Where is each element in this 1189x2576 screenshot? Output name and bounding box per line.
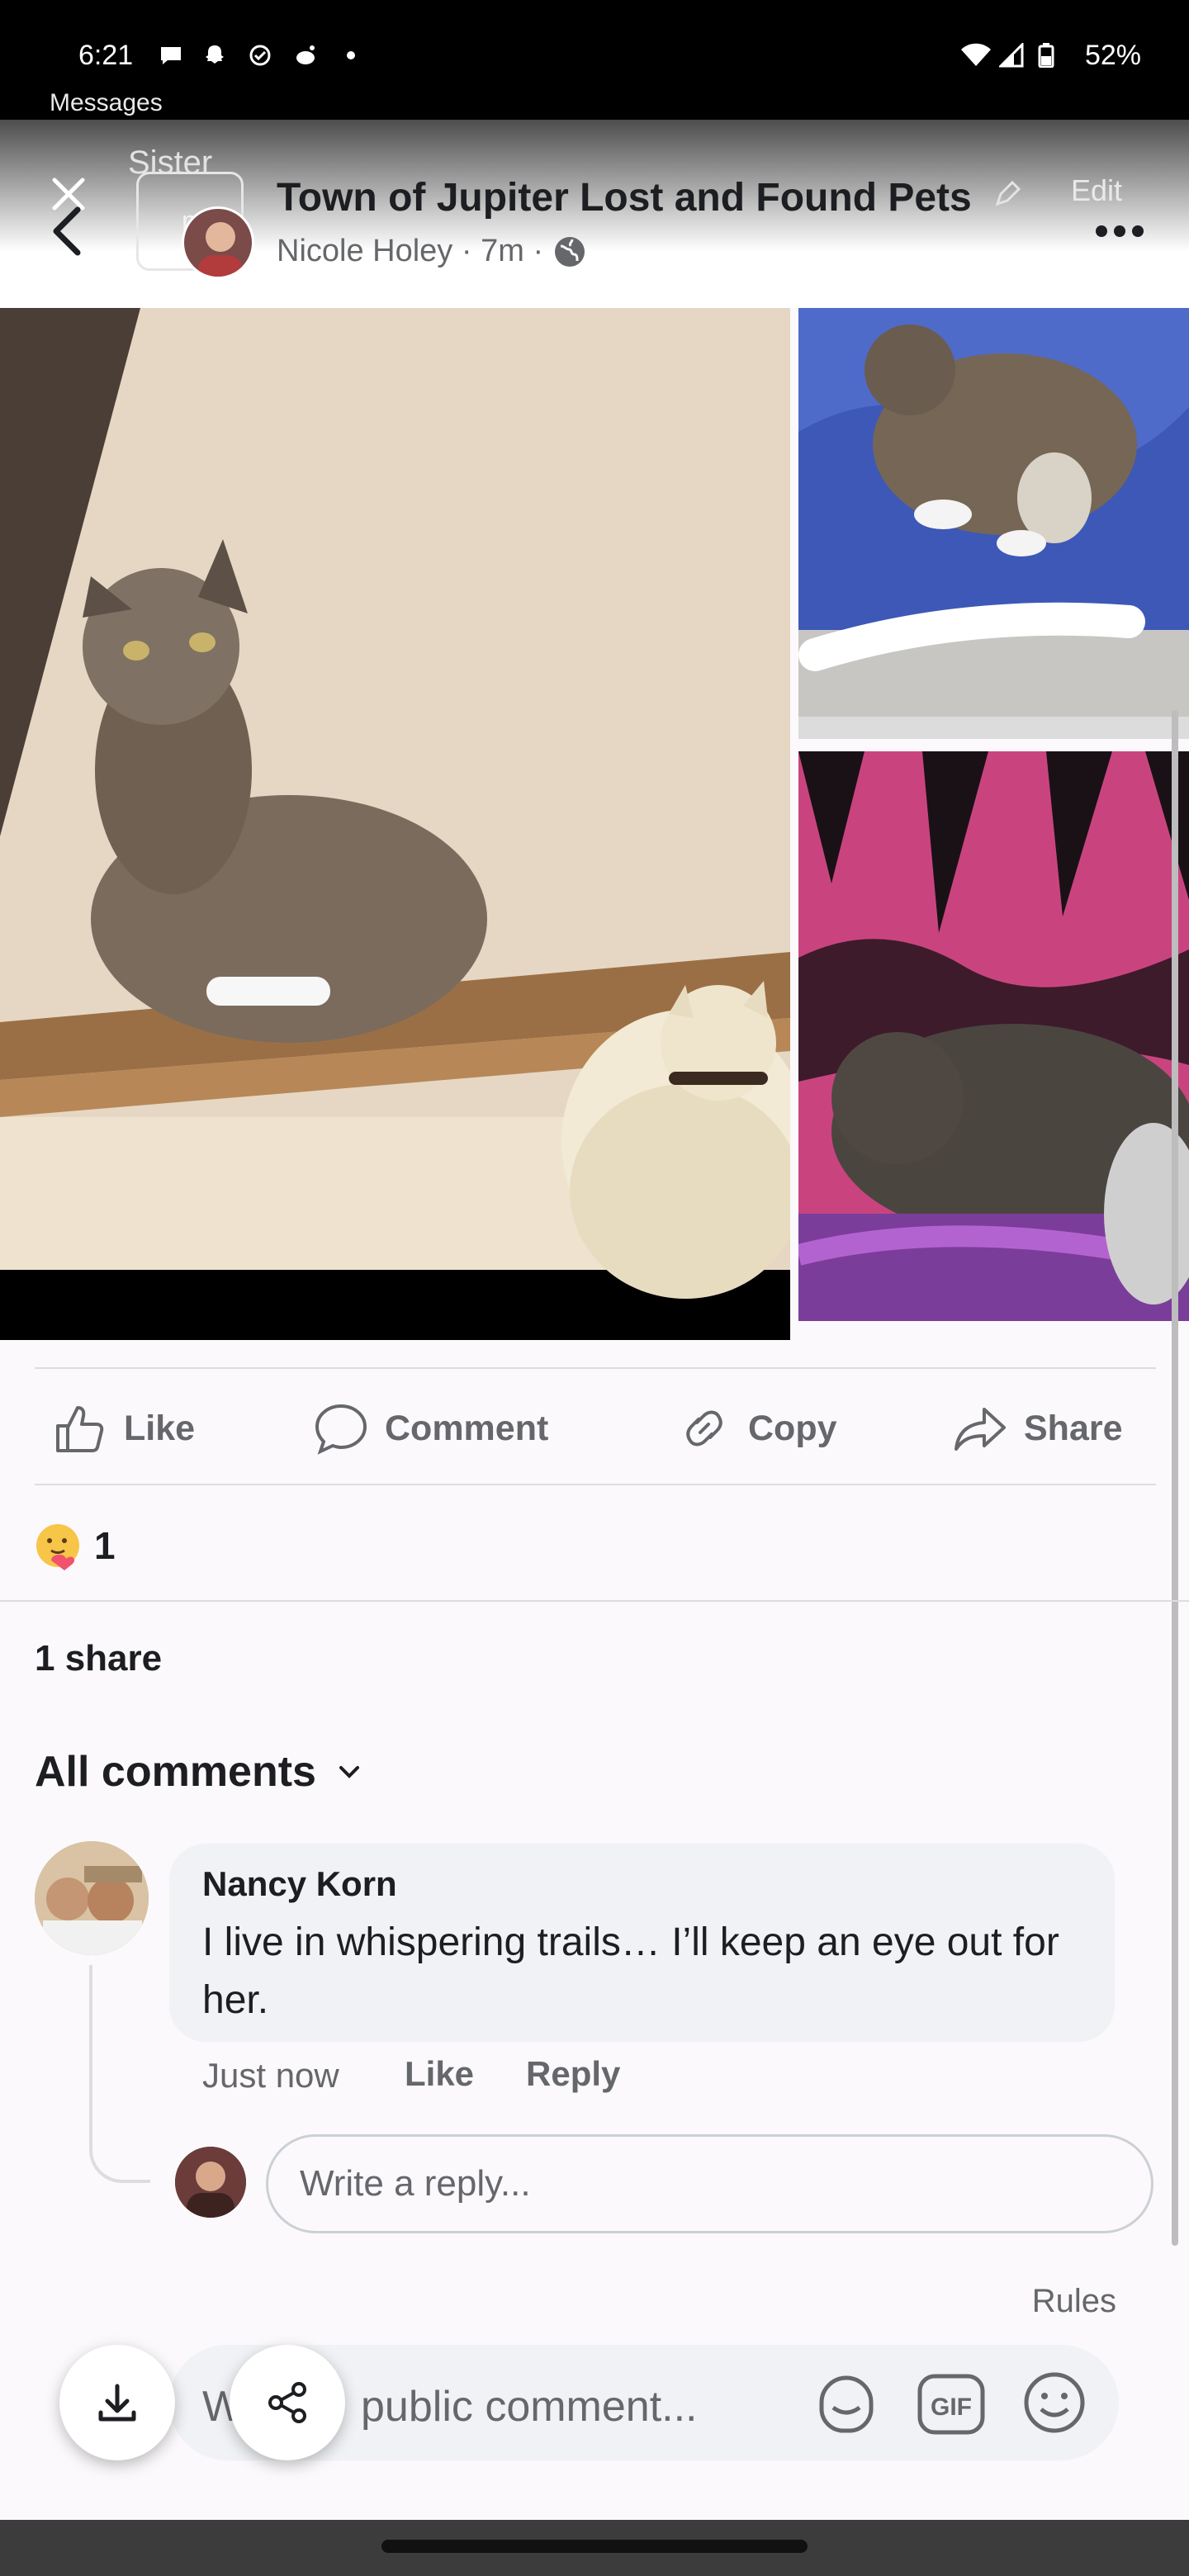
share-arrow-icon xyxy=(955,1408,1006,1451)
comment-bubble-icon xyxy=(315,1404,367,1455)
current-user-avatar xyxy=(175,2147,246,2218)
post-meta: Nicole Holey · 7m · xyxy=(277,234,587,269)
wifi-icon xyxy=(961,43,991,66)
group-title[interactable]: Town of Jupiter Lost and Found Pets xyxy=(277,175,972,220)
post-photo-top-right[interactable] xyxy=(798,308,1189,739)
reply-input-placeholder: Write a reply... xyxy=(300,2163,531,2204)
check-circle-icon xyxy=(249,45,271,66)
svg-text:GIF: GIF xyxy=(931,2394,972,2421)
gif-icon[interactable]: GIF xyxy=(917,2371,986,2437)
emoji-icon[interactable] xyxy=(1021,2370,1087,2436)
like-label: Like xyxy=(124,1408,196,1448)
comments-filter-label: All comments xyxy=(35,1748,316,1796)
reply-input[interactable]: Write a reply... xyxy=(266,2134,1153,2233)
share-nodes-icon xyxy=(268,2382,306,2423)
status-bar: 6:21 52% xyxy=(0,0,1189,120)
battery-percentage: 52% xyxy=(1084,40,1141,71)
faint-edit-label: Edit xyxy=(1071,173,1123,207)
comment-label: Comment xyxy=(385,1408,549,1448)
snapchat-icon xyxy=(206,45,224,64)
message-notification-icon xyxy=(161,47,181,64)
back-arrow-icon[interactable] xyxy=(48,205,89,258)
chevron-down-icon xyxy=(339,1766,359,1778)
more-options-icon[interactable] xyxy=(1094,223,1145,239)
comment-text: I live in whispering trails… I’ll keep a… xyxy=(202,1920,1059,2022)
globe-icon xyxy=(554,236,585,267)
reply-thread-line xyxy=(89,1965,150,2183)
meta-separator-2: · xyxy=(523,234,552,268)
comment-author-name[interactable]: Nancy Korn xyxy=(202,1864,397,1904)
home-gesture-bar[interactable] xyxy=(381,2540,808,2553)
share-label: Share xyxy=(1024,1408,1123,1448)
comments-filter-dropdown[interactable]: All comments xyxy=(35,1747,364,1797)
reaction-count: 1 xyxy=(94,1524,116,1567)
author-name[interactable]: Nicole Holey xyxy=(277,234,452,269)
comment-composer-placeholder: public comment... xyxy=(361,2383,698,2431)
meta-separator: · xyxy=(452,234,481,268)
signal-icon xyxy=(999,43,1024,68)
battery-icon xyxy=(1038,43,1054,68)
share-count[interactable]: 1 share xyxy=(35,1638,162,1679)
cat-on-pink-blanket-photo xyxy=(798,751,1189,1321)
commenter-avatar[interactable] xyxy=(35,1841,149,1955)
author-avatar[interactable] xyxy=(182,206,254,279)
comment-button[interactable]: Comment xyxy=(312,1395,548,1461)
like-button[interactable]: Like xyxy=(51,1395,195,1461)
copy-label: Copy xyxy=(748,1408,837,1448)
scrollbar[interactable] xyxy=(1172,710,1178,2246)
commenter-photo xyxy=(35,1841,149,1955)
current-user-photo xyxy=(175,2147,246,2218)
post-photo-bottom-right[interactable] xyxy=(798,751,1189,1321)
more-notifications-dot-icon xyxy=(347,51,355,59)
download-icon xyxy=(98,2384,136,2422)
thumbs-up-icon xyxy=(56,1406,104,1452)
faint-background-text: Messages xyxy=(50,89,163,116)
comment-reply-link[interactable]: Reply xyxy=(526,2054,620,2094)
divider-top xyxy=(35,1367,1156,1369)
comment-timestamp: Just now xyxy=(202,2056,339,2095)
cat-on-shelf-photo xyxy=(0,308,790,1340)
rules-link[interactable]: Rules xyxy=(1032,2283,1116,2320)
sticker-icon[interactable] xyxy=(813,2370,879,2436)
comment-like-link[interactable]: Like xyxy=(405,2054,474,2094)
link-icon xyxy=(686,1410,722,1447)
download-button[interactable] xyxy=(59,2345,175,2460)
post-photo-main[interactable] xyxy=(0,308,790,1340)
share-float-button[interactable] xyxy=(230,2345,345,2460)
reddit-icon xyxy=(296,45,315,64)
divider-reactions xyxy=(0,1600,1189,1602)
post-time: 7m xyxy=(481,234,524,268)
reaction-summary[interactable]: 1 xyxy=(33,1521,116,1570)
divider-actions xyxy=(35,1484,1156,1485)
status-time: 6:21 xyxy=(78,40,134,71)
pencil-icon xyxy=(995,180,1021,206)
cat-on-blue-blanket-photo xyxy=(798,308,1189,739)
care-emoji-icon xyxy=(36,1524,79,1570)
share-button[interactable]: Share xyxy=(951,1395,1123,1461)
copy-link-button[interactable]: Copy xyxy=(675,1395,837,1461)
